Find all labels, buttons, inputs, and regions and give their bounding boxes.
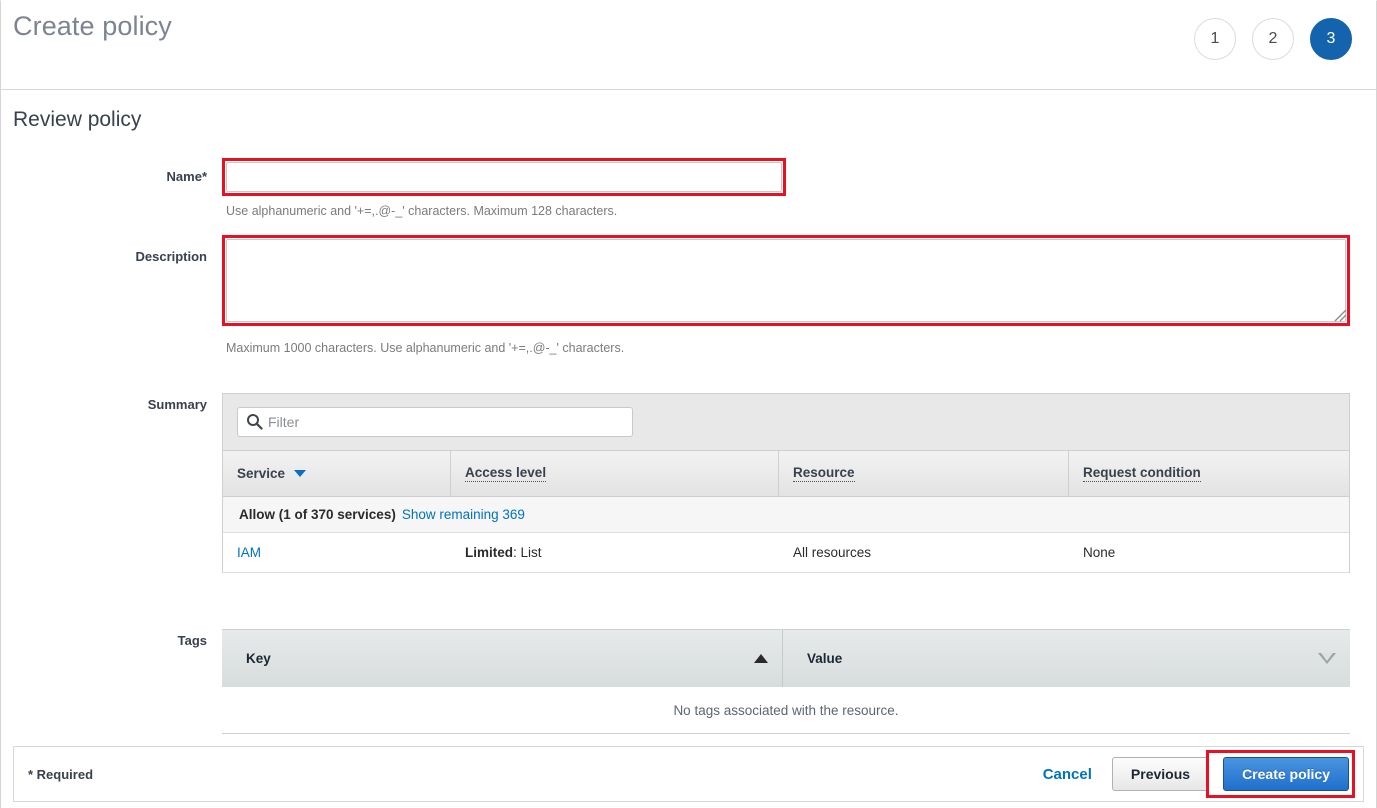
column-header-resource[interactable]: Resource	[779, 451, 1069, 496]
step-3[interactable]: 3	[1310, 18, 1352, 60]
cell-service: IAM	[223, 545, 451, 560]
column-header-value-label: Value	[807, 651, 843, 666]
table-row: IAM Limited: List All resources None	[223, 533, 1349, 573]
description-label: Description	[135, 249, 207, 264]
column-header-resource-label: Resource	[793, 465, 855, 482]
tags-table-header: Key Value	[222, 630, 1350, 687]
previous-button[interactable]: Previous	[1111, 757, 1210, 791]
step-2[interactable]: 2	[1252, 18, 1294, 60]
step-1[interactable]: 1	[1194, 18, 1236, 60]
column-header-key[interactable]: Key	[222, 630, 782, 687]
tags-label: Tags	[177, 633, 207, 648]
create-policy-button[interactable]: Create policy	[1223, 757, 1349, 791]
summary-label: Summary	[147, 397, 207, 412]
cell-resource: All resources	[793, 545, 872, 560]
step-indicator: 1 2 3	[1194, 18, 1352, 60]
create-policy-page: Create policy 1 2 3 Review policy Name* …	[0, 0, 1377, 808]
column-header-key-label: Key	[246, 651, 271, 666]
section-title: Review policy	[13, 108, 142, 131]
column-header-service-label: Service	[237, 466, 286, 481]
tags-empty-message: No tags associated with the resource.	[222, 687, 1350, 734]
tags-table: Key Value No tags associated with the re…	[222, 629, 1350, 734]
column-header-access-level[interactable]: Access level	[451, 451, 779, 496]
sort-descending-icon[interactable]	[294, 470, 307, 477]
summary-filter-bar	[223, 394, 1349, 451]
column-header-access-level-label: Access level	[465, 465, 547, 482]
column-header-request-condition[interactable]: Request condition	[1069, 451, 1349, 496]
access-level-value: : List	[513, 545, 542, 560]
show-remaining-link[interactable]: Show remaining 369	[402, 507, 525, 522]
footer-bar: * Required Cancel Previous Create policy	[13, 746, 1364, 802]
column-header-service[interactable]: Service	[223, 451, 451, 496]
name-label: Name*	[166, 169, 207, 184]
cancel-button[interactable]: Cancel	[1037, 766, 1098, 783]
summary-table: Service Access level Resource Request co…	[222, 393, 1350, 573]
page-body: Review policy Name* Use alphanumeric and…	[1, 90, 1376, 741]
summary-group-label: Allow (1 of 370 services)	[239, 507, 396, 522]
required-note: * Required	[28, 766, 94, 782]
cell-request-condition: None	[1083, 545, 1116, 560]
access-level-prefix: Limited	[465, 545, 514, 560]
service-link-iam[interactable]: IAM	[237, 545, 261, 560]
page-title: Create policy	[13, 11, 172, 41]
page-header: Create policy 1 2 3	[1, 1, 1376, 90]
sort-ascending-icon[interactable]	[754, 654, 768, 663]
summary-table-header: Service Access level Resource Request co…	[223, 451, 1349, 497]
summary-group-row: Allow (1 of 370 services) Show remaining…	[223, 497, 1349, 533]
policy-description-input[interactable]	[226, 239, 1346, 322]
footer-actions: Cancel Previous Create policy	[1037, 750, 1355, 798]
policy-name-input[interactable]	[226, 162, 782, 192]
column-header-request-condition-label: Request condition	[1083, 465, 1201, 482]
description-hint: Maximum 1000 characters. Use alphanumeri…	[226, 341, 625, 355]
summary-filter-input[interactable]	[237, 407, 633, 437]
name-hint: Use alphanumeric and '+=,.@-_' character…	[226, 204, 618, 218]
sort-unsorted-icon[interactable]	[1318, 653, 1336, 664]
column-header-value[interactable]: Value	[782, 630, 1350, 687]
cell-access-level: Limited: List	[451, 545, 779, 560]
